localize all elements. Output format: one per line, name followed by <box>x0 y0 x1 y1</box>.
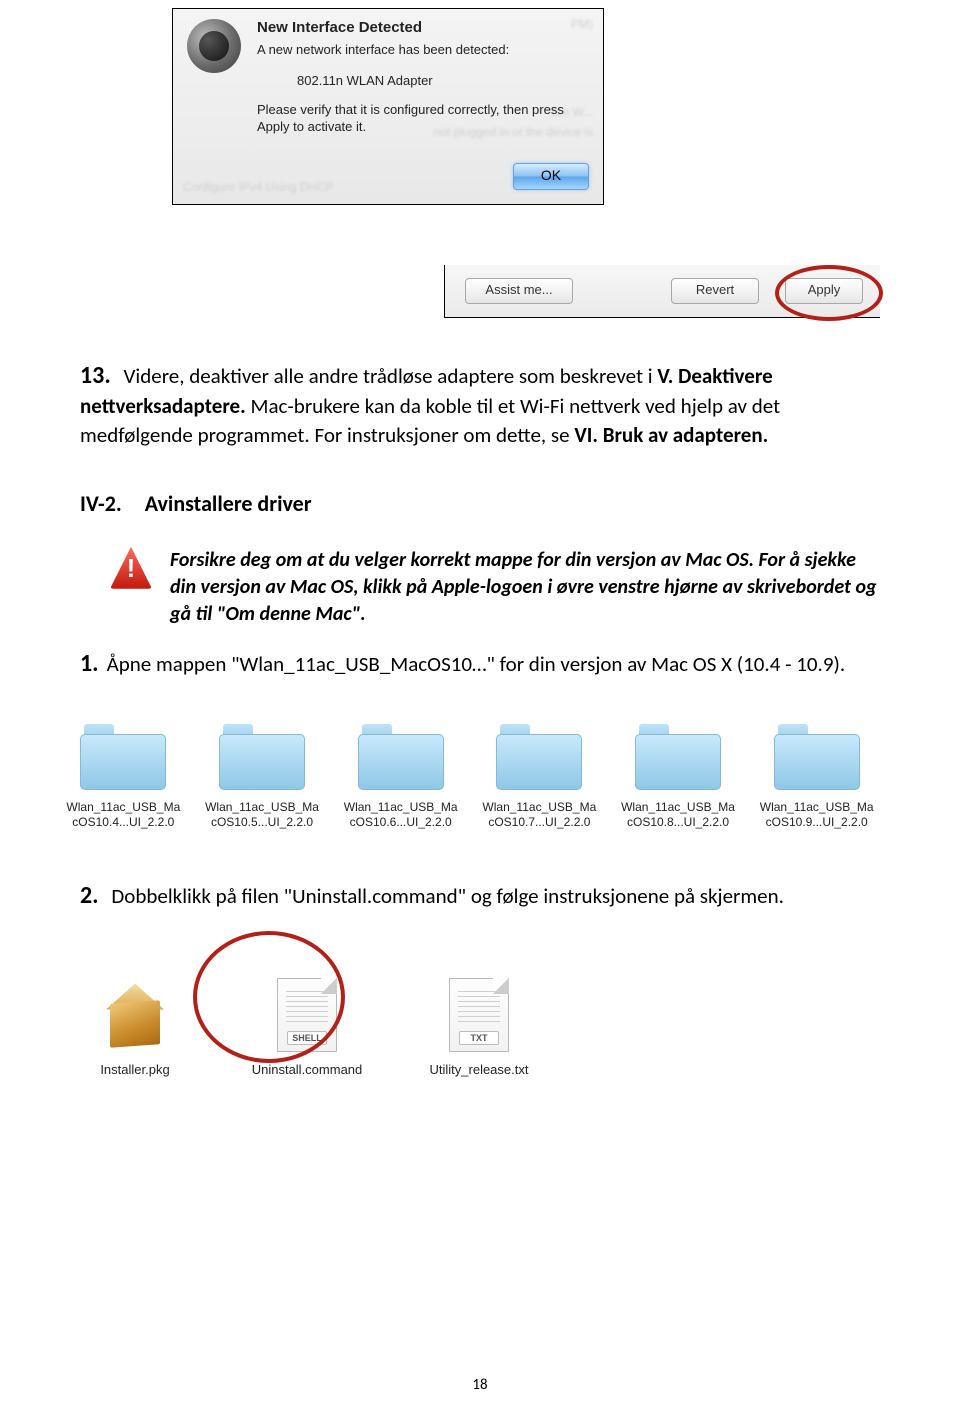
section-iv-2: IV-2. Avinstallere driver <box>80 489 880 519</box>
step-13-text-a: Videre, deaktiver alle andre trådløse ad… <box>124 363 658 389</box>
folder-icon <box>774 724 860 790</box>
apply-button[interactable]: Apply <box>785 278 863 304</box>
folder-label: Wlan_11ac_USB_Ma cOS10.4...UI_2.2.0 <box>60 800 187 830</box>
folder-list: Wlan_11ac_USB_Ma cOS10.4...UI_2.2.0 Wlan… <box>60 724 880 830</box>
file-list: Installer.pkg SHELL Uninstall.command TX… <box>70 937 880 1077</box>
dialog-device-name: 802.11n WLAN Adapter <box>297 73 589 88</box>
step-1-text: Åpne mappen "Wlan_11ac_USB_MacOS10…" for… <box>107 651 846 677</box>
folder-item[interactable]: Wlan_11ac_USB_Ma cOS10.6...UI_2.2.0 <box>337 724 464 830</box>
step-13-number: 13. <box>80 361 111 390</box>
file-type-tag: TXT <box>459 1031 499 1045</box>
step-1-number: 1. <box>80 649 99 678</box>
utility-release-txt[interactable]: TXT Utility_release.txt <box>414 978 544 1077</box>
step-13-bold-b: VI. Bruk av adapteren. <box>574 422 768 448</box>
dialog-instruction: Please verify that it is configured corr… <box>257 102 589 136</box>
revert-button[interactable]: Revert <box>671 278 759 304</box>
text-file-icon: TXT <box>449 978 509 1052</box>
folder-label: Wlan_11ac_USB_Ma cOS10.9...UI_2.2.0 <box>753 800 880 830</box>
step-2-text: Dobbelklikk på filen "Uninstall.command"… <box>111 883 784 909</box>
new-interface-dialog: PM) 11n W... not plugged in or the devic… <box>172 8 604 205</box>
folder-item[interactable]: Wlan_11ac_USB_Ma cOS10.8...UI_2.2.0 <box>615 724 742 830</box>
network-gear-icon <box>187 19 241 73</box>
assist-me-button[interactable]: Assist me... <box>465 278 573 304</box>
folder-label: Wlan_11ac_USB_Ma cOS10.5...UI_2.2.0 <box>199 800 326 830</box>
folder-label: Wlan_11ac_USB_Ma cOS10.7...UI_2.2.0 <box>476 800 603 830</box>
section-title: Avinstallere driver <box>145 490 312 517</box>
warning-text: Forsikre deg om at du velger korrekt map… <box>170 547 880 628</box>
folder-icon <box>496 724 582 790</box>
uninstall-command[interactable]: SHELL Uninstall.command <box>242 978 372 1077</box>
folder-icon <box>358 724 444 790</box>
folder-icon <box>635 724 721 790</box>
folder-item[interactable]: Wlan_11ac_USB_Ma cOS10.5...UI_2.2.0 <box>199 724 326 830</box>
folder-icon <box>80 724 166 790</box>
folder-label: Wlan_11ac_USB_Ma cOS10.8...UI_2.2.0 <box>615 800 742 830</box>
step-2-number: 2. <box>80 881 99 910</box>
package-icon <box>100 982 170 1052</box>
dialog-subtitle: A new network interface has been detecte… <box>257 42 589 59</box>
folder-icon <box>219 724 305 790</box>
shell-script-icon: SHELL <box>277 978 337 1052</box>
folder-item[interactable]: Wlan_11ac_USB_Ma cOS10.4...UI_2.2.0 <box>60 724 187 830</box>
installer-pkg[interactable]: Installer.pkg <box>70 982 200 1077</box>
file-label: Utility_release.txt <box>414 1062 544 1077</box>
ok-button[interactable]: OK <box>513 163 589 190</box>
page-number: 18 <box>0 1376 960 1394</box>
section-number: IV-2. <box>80 490 122 517</box>
warning-block: Forsikre deg om at du velger korrekt map… <box>110 547 880 628</box>
step-13: 13. Videre, deaktiver alle andre trådløs… <box>80 360 880 449</box>
file-label: Installer.pkg <box>70 1062 200 1077</box>
dialog-title: New Interface Detected <box>257 19 589 36</box>
folder-item[interactable]: Wlan_11ac_USB_Ma cOS10.7...UI_2.2.0 <box>476 724 603 830</box>
network-prefs-button-bar: Assist me... Revert Apply <box>444 265 880 318</box>
warning-icon <box>110 547 152 589</box>
step-1: 1. Åpne mappen "Wlan_11ac_USB_MacOS10…" f… <box>80 648 880 680</box>
folder-item[interactable]: Wlan_11ac_USB_Ma cOS10.9...UI_2.2.0 <box>753 724 880 830</box>
file-type-tag: SHELL <box>287 1031 327 1045</box>
step-2: 2. Dobbelklikk på filen "Uninstall.comma… <box>80 880 880 912</box>
folder-label: Wlan_11ac_USB_Ma cOS10.6...UI_2.2.0 <box>337 800 464 830</box>
file-label: Uninstall.command <box>242 1062 372 1077</box>
